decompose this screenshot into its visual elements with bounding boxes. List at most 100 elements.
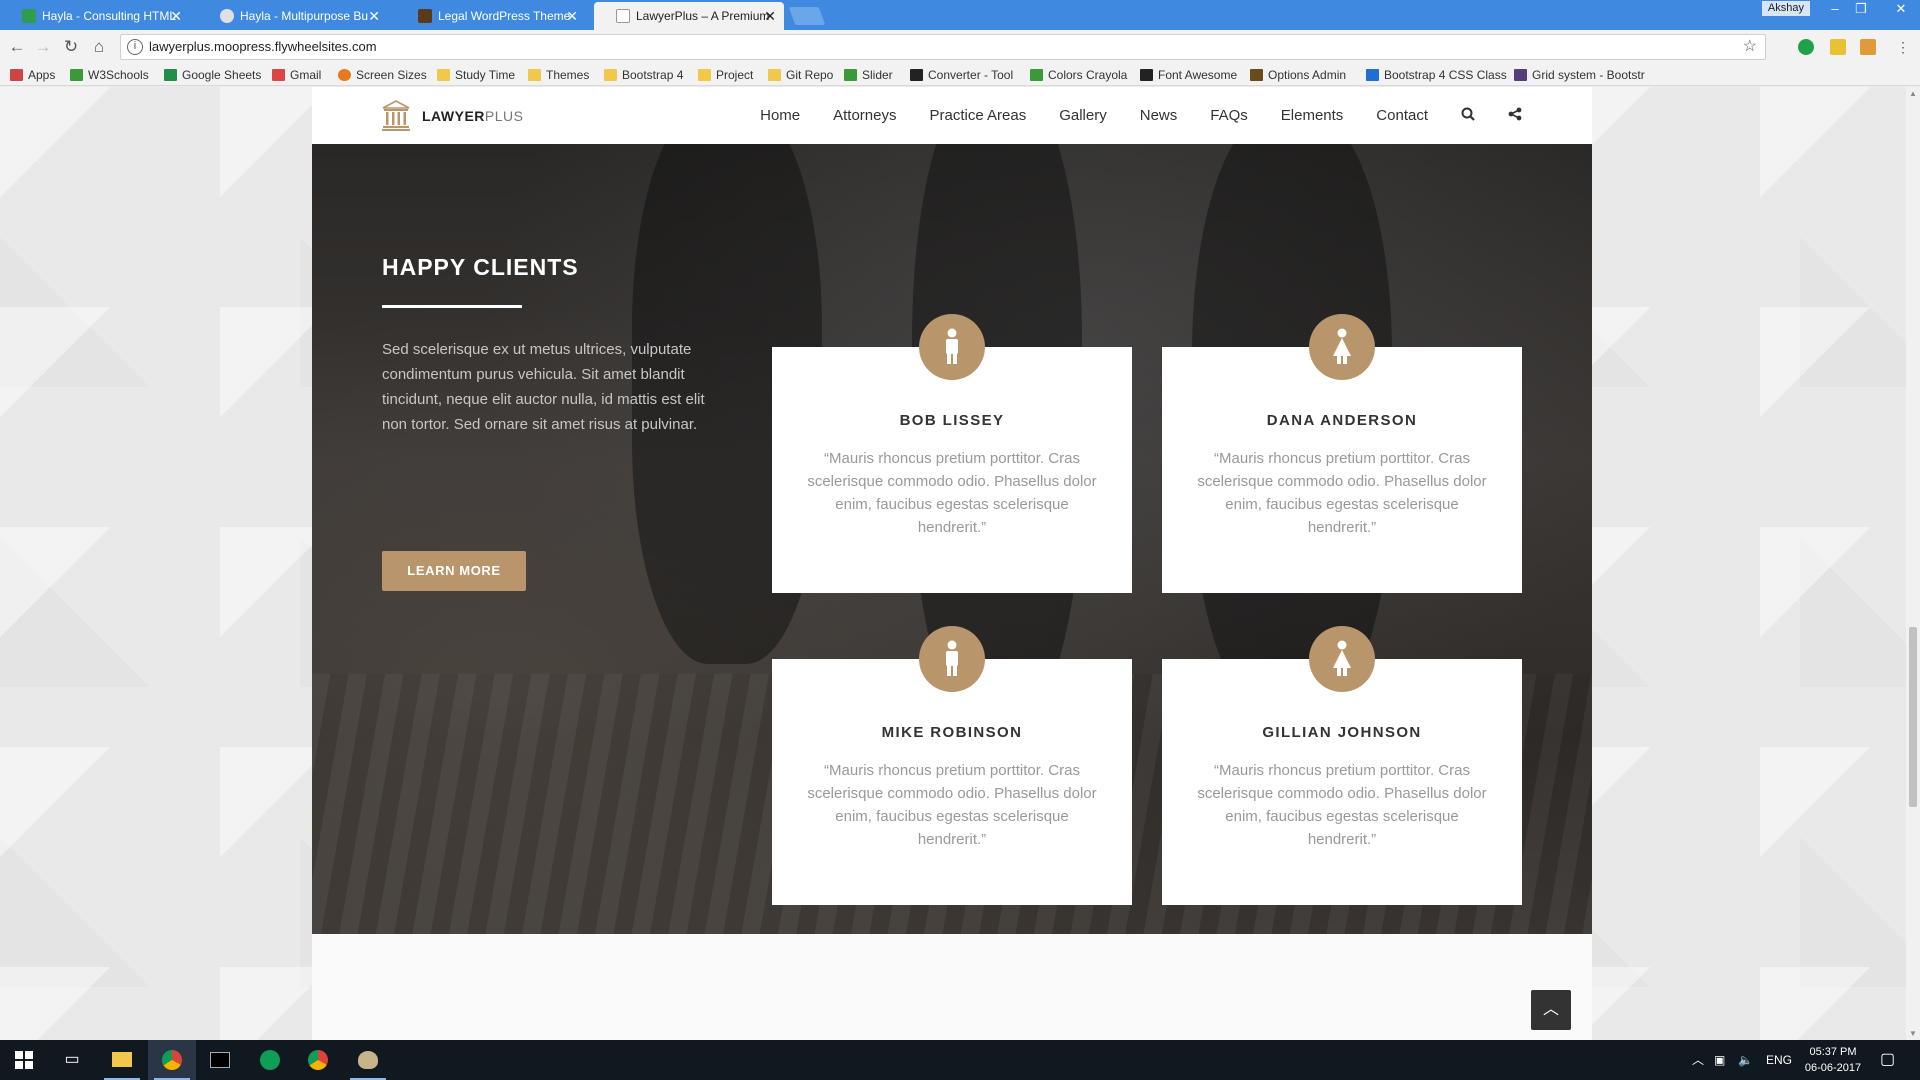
bookmark-item[interactable]: Gmail bbox=[272, 64, 321, 86]
bookmark-label: Themes bbox=[546, 68, 590, 82]
logo-wordmark: LAWYERPLUS bbox=[422, 108, 523, 124]
chrome-alt-icon[interactable] bbox=[294, 1040, 342, 1080]
site-header: LAWYERPLUS Home Attorneys Practice Areas… bbox=[312, 87, 1592, 144]
female-icon bbox=[1309, 626, 1375, 692]
terminal-icon[interactable] bbox=[196, 1040, 244, 1080]
file-explorer-icon[interactable] bbox=[98, 1040, 146, 1080]
happy-clients-section: HAPPY CLIENTS Sed scelerisque ex ut metu… bbox=[312, 144, 1592, 934]
page-scrollbar[interactable]: ▲ ▼ bbox=[1906, 87, 1920, 1040]
minimize-icon[interactable]: – bbox=[1822, 0, 1848, 18]
reload-icon[interactable]: ↻ bbox=[60, 36, 82, 58]
language-indicator[interactable]: ENG bbox=[1766, 1040, 1792, 1080]
scroll-to-top-button[interactable]: ︿ bbox=[1531, 990, 1571, 1030]
bookmark-item[interactable]: Font Awesome bbox=[1140, 64, 1237, 86]
close-tab-icon[interactable]: ✕ bbox=[368, 2, 380, 30]
nav-attorneys[interactable]: Attorneys bbox=[833, 107, 896, 124]
bootstrap-grid-icon bbox=[1514, 69, 1527, 81]
bookmark-star-icon[interactable]: ☆ bbox=[1743, 35, 1757, 59]
bookmark-item[interactable]: W3Schools bbox=[70, 64, 149, 86]
back-icon[interactable]: ← bbox=[6, 36, 28, 58]
nav-home[interactable]: Home bbox=[760, 107, 800, 124]
bookmark-item[interactable]: Google Sheets bbox=[164, 64, 261, 86]
bookmark-label: W3Schools bbox=[88, 68, 149, 82]
share-icon[interactable] bbox=[1508, 107, 1522, 124]
clock-date: 06-06-2017 bbox=[1804, 1062, 1862, 1074]
address-bar[interactable]: i lawyerplus.moopress.flywheelsites.com … bbox=[120, 34, 1766, 60]
client-name: MIKE ROBINSON bbox=[881, 724, 1023, 741]
male-icon bbox=[919, 626, 985, 692]
bookmark-label: Slider bbox=[862, 68, 893, 82]
search-icon[interactable] bbox=[1461, 107, 1475, 124]
paint-icon[interactable] bbox=[344, 1040, 392, 1080]
browser-tab-active[interactable]: LawyerPlus – A Premium ✕ bbox=[594, 2, 784, 30]
close-tab-icon[interactable]: ✕ bbox=[764, 2, 776, 30]
action-center-icon[interactable]: ▢ bbox=[1880, 1040, 1895, 1080]
scrollbar-thumb[interactable] bbox=[1909, 627, 1917, 807]
folder-icon bbox=[768, 69, 781, 81]
client-name: BOB LISSEY bbox=[899, 412, 1005, 429]
nav-news[interactable]: News bbox=[1140, 107, 1178, 124]
url-text[interactable]: lawyerplus.moopress.flywheelsites.com bbox=[149, 35, 377, 59]
browser-tab[interactable]: Hayla - Multipurpose Bu ✕ bbox=[198, 2, 388, 30]
browser-tab[interactable]: Legal WordPress Theme ✕ bbox=[396, 2, 586, 30]
nav-contact[interactable]: Contact bbox=[1376, 107, 1428, 124]
themeforest-favicon-icon bbox=[418, 9, 432, 23]
site-info-icon[interactable]: i bbox=[127, 39, 143, 55]
extension-tool-icon[interactable] bbox=[1860, 39, 1876, 55]
client-quote: “Mauris rhoncus pretium porttitor. Cras … bbox=[1197, 450, 1487, 536]
close-window-icon[interactable]: ✕ bbox=[1888, 0, 1914, 18]
nav-faqs[interactable]: FAQs bbox=[1210, 107, 1248, 124]
logo-bold-text: LAWYER bbox=[422, 108, 485, 124]
browser-tab[interactable]: Hayla - Consulting HTML ✕ bbox=[0, 2, 190, 30]
bookmark-folder[interactable]: Study Time bbox=[437, 64, 515, 86]
folder-icon bbox=[528, 69, 541, 81]
taskbar-clock[interactable]: 05:37 PM 06-06-2017 bbox=[1798, 1044, 1868, 1076]
bookmark-folder[interactable]: Git Repo bbox=[768, 64, 833, 86]
tab-title: Legal WordPress Theme bbox=[438, 9, 571, 23]
bookmark-folder[interactable]: Bootstrap 4 bbox=[604, 64, 683, 86]
scroll-down-arrow-icon[interactable]: ▼ bbox=[1908, 1029, 1918, 1038]
bookmark-item[interactable]: Grid system - Bootstr bbox=[1514, 64, 1645, 86]
bookmark-item[interactable]: Colors Crayola bbox=[1030, 64, 1127, 86]
task-view-icon[interactable]: ▭ bbox=[48, 1040, 96, 1080]
volume-icon[interactable]: 🔈 bbox=[1738, 1040, 1753, 1080]
w3schools-icon bbox=[70, 69, 83, 81]
bookmark-item[interactable]: Bootstrap 4 CSS Class bbox=[1366, 64, 1507, 86]
client-quote: “Mauris rhoncus pretium porttitor. Cras … bbox=[1197, 762, 1487, 848]
network-icon[interactable]: ▣ bbox=[1714, 1040, 1725, 1080]
bookmark-item[interactable]: Converter - Tool bbox=[910, 64, 1013, 86]
forward-icon[interactable]: → bbox=[32, 36, 54, 58]
bookmark-folder[interactable]: Project bbox=[698, 64, 753, 86]
page-favicon-icon bbox=[616, 9, 630, 23]
chrome-menu-icon[interactable]: ⋮ bbox=[1892, 36, 1914, 58]
browser-toolbar: ← → ↻ ⌂ i lawyerplus.moopress.flywheelsi… bbox=[0, 30, 1920, 64]
scroll-up-arrow-icon[interactable]: ▲ bbox=[1908, 89, 1918, 98]
bookmark-item[interactable]: Slider bbox=[844, 64, 893, 86]
nav-gallery[interactable]: Gallery bbox=[1059, 107, 1107, 124]
restore-icon[interactable]: ❐ bbox=[1848, 0, 1874, 18]
profile-badge[interactable]: Akshay bbox=[1761, 1, 1810, 16]
page-viewport: LAWYERPLUS Home Attorneys Practice Areas… bbox=[0, 87, 1906, 1040]
bookmark-folder[interactable]: Themes bbox=[528, 64, 589, 86]
learn-more-button[interactable]: LEARN MORE bbox=[382, 551, 526, 591]
hangouts-icon[interactable] bbox=[246, 1040, 294, 1080]
client-name: DANA ANDERSON bbox=[1266, 412, 1418, 429]
bookmark-item[interactable]: Screen Sizes bbox=[338, 64, 427, 86]
new-tab-button[interactable] bbox=[788, 7, 826, 25]
windows-start-icon[interactable] bbox=[0, 1040, 48, 1080]
bootstrap-class-icon bbox=[1366, 69, 1379, 81]
home-icon[interactable]: ⌂ bbox=[88, 36, 110, 58]
nav-elements[interactable]: Elements bbox=[1281, 107, 1344, 124]
extension-star-icon[interactable] bbox=[1830, 39, 1846, 55]
tray-chevron-up-icon[interactable]: ︿ bbox=[1692, 1040, 1704, 1080]
folder-icon bbox=[604, 69, 617, 81]
extension-green-icon[interactable] bbox=[1798, 39, 1814, 55]
windows-taskbar: ▭ ︿ ▣ 🔈 ENG 05:37 PM 06-06-2017 ▢ bbox=[0, 1040, 1920, 1080]
nav-practice-areas[interactable]: Practice Areas bbox=[930, 107, 1027, 124]
close-tab-icon[interactable]: ✕ bbox=[566, 2, 578, 30]
close-tab-icon[interactable]: ✕ bbox=[170, 2, 182, 30]
testimonial-card: MIKE ROBINSON “Mauris rhoncus pretium po… bbox=[772, 626, 1132, 905]
bookmark-item[interactable]: Options Admin bbox=[1250, 64, 1346, 86]
bookmark-item[interactable]: Apps bbox=[10, 64, 55, 86]
chrome-taskbar-icon[interactable] bbox=[148, 1040, 196, 1080]
